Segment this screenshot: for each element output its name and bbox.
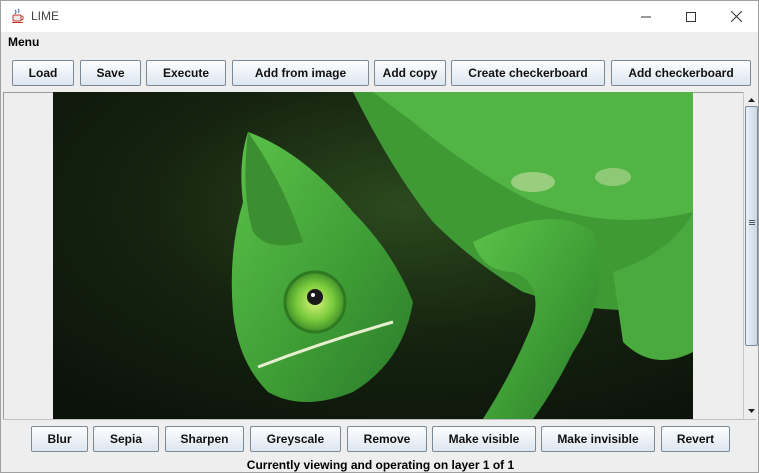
close-icon bbox=[730, 11, 742, 22]
maximize-button[interactable] bbox=[668, 1, 714, 32]
add-from-image-button[interactable]: Add from image bbox=[232, 60, 369, 86]
menu-menu[interactable]: Menu bbox=[8, 35, 39, 49]
app-window: LIME Menu Load Save Execute Add from ima… bbox=[0, 0, 759, 473]
remove-button[interactable]: Remove bbox=[347, 426, 427, 452]
blur-button[interactable]: Blur bbox=[31, 426, 88, 452]
arrow-down-icon[interactable] bbox=[745, 404, 758, 417]
make-visible-button[interactable]: Make visible bbox=[432, 426, 536, 452]
save-button[interactable]: Save bbox=[80, 60, 141, 86]
revert-button[interactable]: Revert bbox=[661, 426, 730, 452]
create-checkerboard-button[interactable]: Create checkerboard bbox=[451, 60, 605, 86]
minimize-icon bbox=[641, 12, 651, 22]
menu-bar: Menu bbox=[1, 32, 758, 54]
title-bar[interactable]: LIME bbox=[1, 1, 758, 32]
status-label: Currently viewing and operating on layer… bbox=[246, 458, 515, 472]
vertical-scrollbar[interactable] bbox=[743, 92, 758, 419]
make-invisible-button[interactable]: Make invisible bbox=[541, 426, 655, 452]
sharpen-button[interactable]: Sharpen bbox=[165, 426, 244, 452]
execute-button[interactable]: Execute bbox=[146, 60, 226, 86]
add-checkerboard-button[interactable]: Add checkerboard bbox=[611, 60, 751, 86]
greyscale-button[interactable]: Greyscale bbox=[250, 426, 341, 452]
window-title: LIME bbox=[31, 9, 60, 23]
java-cup-icon bbox=[10, 8, 26, 24]
maximize-icon bbox=[686, 11, 696, 22]
add-copy-button[interactable]: Add copy bbox=[374, 60, 446, 86]
minimize-button[interactable] bbox=[623, 1, 669, 32]
arrow-up-icon[interactable] bbox=[745, 93, 758, 106]
sepia-button[interactable]: Sepia bbox=[93, 426, 159, 452]
close-button[interactable] bbox=[713, 1, 759, 32]
load-button[interactable]: Load bbox=[12, 60, 74, 86]
scroll-thumb[interactable] bbox=[745, 106, 758, 346]
layer-image[interactable] bbox=[53, 92, 693, 419]
